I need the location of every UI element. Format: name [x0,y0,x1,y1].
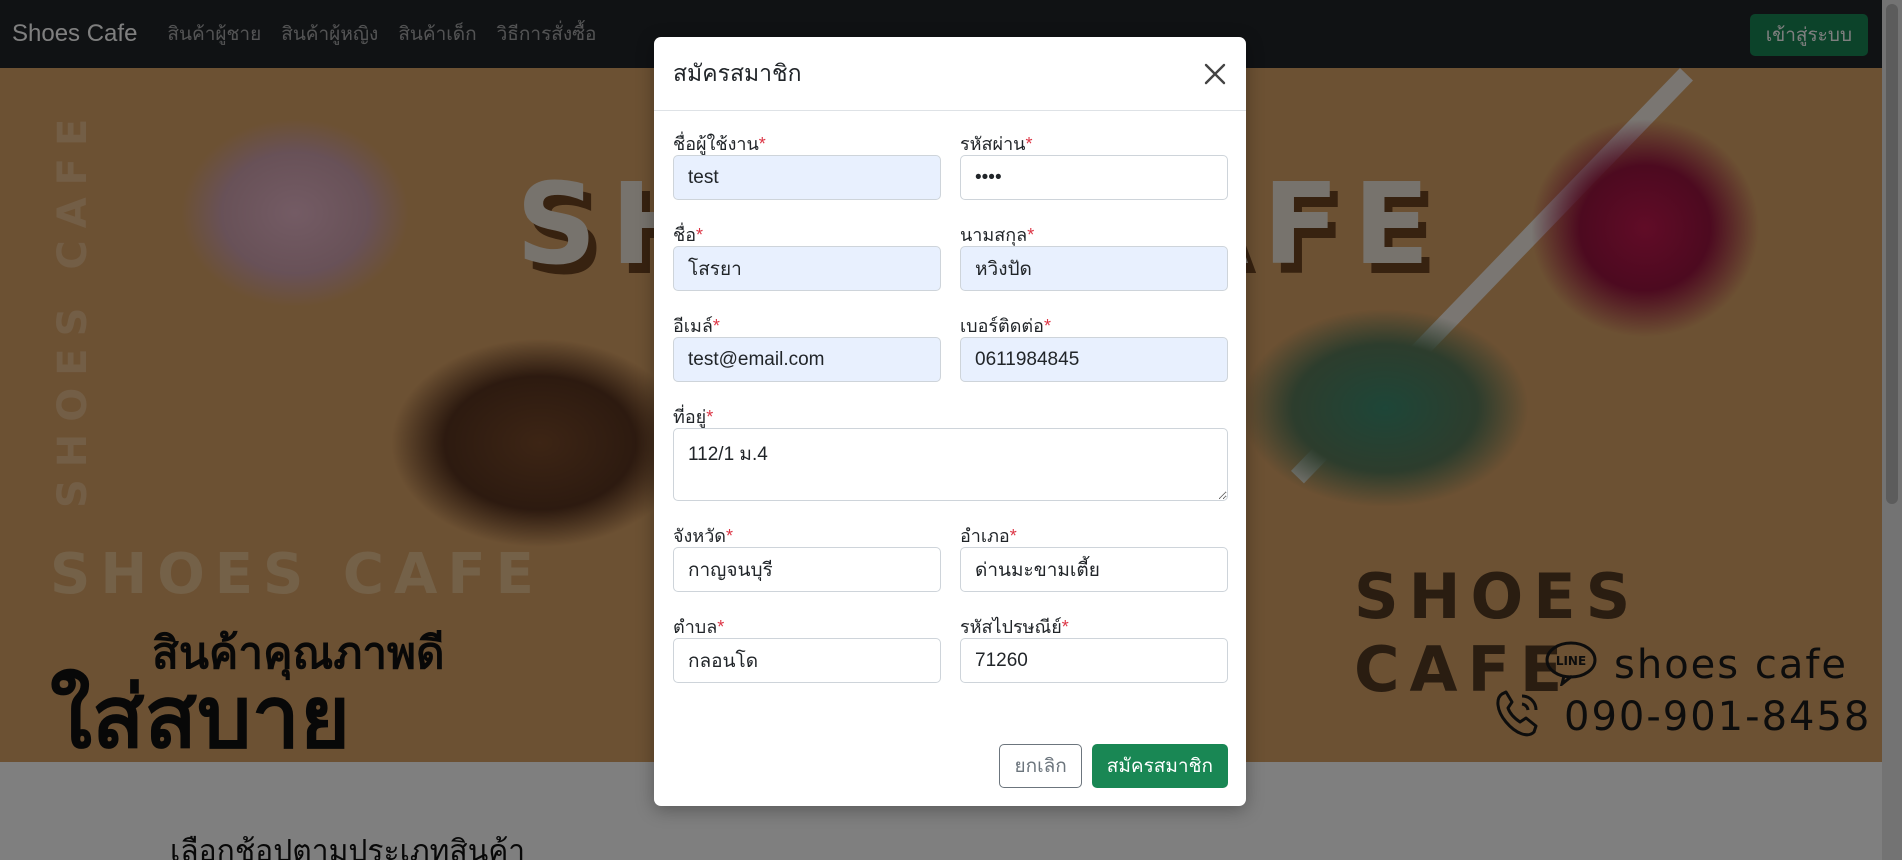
firstname-field[interactable] [673,246,941,291]
lastname-field[interactable] [960,246,1228,291]
username-group: ชื่อผู้ใช้งาน* [673,129,941,200]
password-label: รหัสผ่าน* [960,134,1033,154]
district-group: อำเภอ* [960,521,1228,592]
phone-group: เบอร์ติดต่อ* [960,311,1228,382]
close-button[interactable] [1200,59,1230,89]
firstname-label: ชื่อ* [673,225,704,245]
province-field[interactable] [673,547,941,592]
address-group: ที่อยู่* 112/1 ม.4 [673,402,1228,501]
close-icon [1204,63,1226,85]
register-modal: สมัครสมาชิก ชื่อผู้ใช้งาน* รหัสผ่าน* ชื่… [654,37,1246,806]
province-group: จังหวัด* [673,521,941,592]
register-submit-button[interactable]: สมัครสมาชิก [1091,744,1228,788]
subdistrict-label: ตำบล* [673,617,725,637]
address-textarea[interactable]: 112/1 ม.4 [673,428,1228,501]
modal-footer: ยกเลิก สมัครสมาชิก [999,744,1228,788]
modal-header: สมัครสมาชิก [654,37,1246,111]
phone-label: เบอร์ติดต่อ* [960,316,1051,336]
lastname-group: นามสกุล* [960,220,1228,291]
district-label: อำเภอ* [960,526,1017,546]
email-group: อีเมล์* [673,311,941,382]
email-field[interactable] [673,337,941,382]
lastname-label: นามสกุล* [960,225,1035,245]
username-field[interactable] [673,155,941,200]
email-label: อีเมล์* [673,316,720,336]
postcode-label: รหัสไปรษณีย์* [960,617,1069,637]
subdistrict-field[interactable] [673,638,941,683]
subdistrict-group: ตำบล* [673,612,941,683]
postcode-group: รหัสไปรษณีย์* [960,612,1228,683]
modal-title: สมัครสมาชิก [673,59,802,86]
postcode-field[interactable] [960,638,1228,683]
province-label: จังหวัด* [673,526,734,546]
cancel-button[interactable]: ยกเลิก [999,744,1082,788]
phone-field[interactable] [960,337,1228,382]
firstname-group: ชื่อ* [673,220,941,291]
password-field[interactable] [960,155,1228,200]
password-group: รหัสผ่าน* [960,129,1228,200]
address-label: ที่อยู่* [673,407,714,427]
username-label: ชื่อผู้ใช้งาน* [673,134,766,154]
district-field[interactable] [960,547,1228,592]
